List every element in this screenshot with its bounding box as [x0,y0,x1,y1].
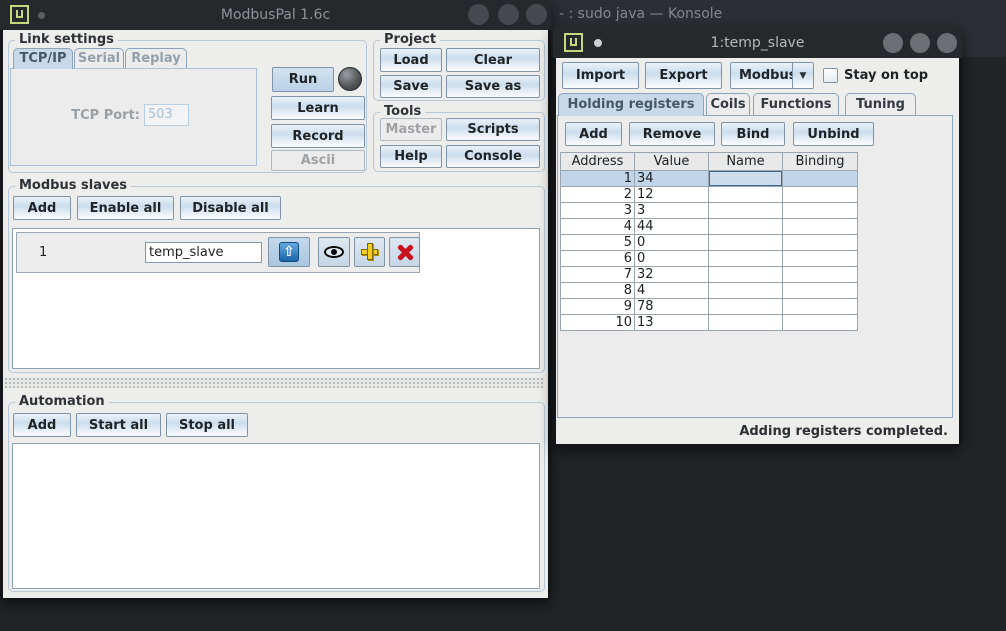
run-status-led-icon [338,67,362,91]
record-button[interactable]: Record [271,124,365,148]
table-row[interactable]: 1 34 [561,171,858,187]
ascii-button: Ascii [271,150,365,171]
slave-row[interactable]: 1 temp_slave ⇧ [16,232,420,273]
column-header-binding[interactable]: Binding [783,153,858,171]
automation-title: Automation [15,394,109,409]
slave-add-button[interactable]: Add [13,196,71,220]
slave-delete-button[interactable] [389,237,420,267]
modbus-slaves-title: Modbus slaves [15,178,131,193]
enable-all-button[interactable]: Enable all [77,196,174,220]
save-button[interactable]: Save [380,75,442,98]
mode-combobox[interactable]: Modbus ▼ [730,62,814,89]
project-title: Project [380,32,440,47]
master-button: Master [380,118,442,141]
column-header-address[interactable]: Address [561,153,635,171]
tab-serial[interactable]: Serial [74,48,124,69]
tab-holding-registers[interactable]: Holding registers [558,93,704,116]
column-header-value[interactable]: Value [635,153,709,171]
load-button[interactable]: Load [380,48,442,72]
temp-slave-titlebar[interactable]: 1:temp_slave [553,28,962,58]
slave-id: 1 [39,245,47,260]
table-row[interactable]: 9 78 [561,299,858,315]
focused-name-cell[interactable] [709,171,783,187]
slave-enable-button[interactable]: ⇧ [268,237,310,267]
table-row[interactable]: 6 0 [561,251,858,267]
import-button[interactable]: Import [562,62,639,89]
split-pane-divider[interactable] [4,377,544,388]
table-row[interactable]: 7 32 [561,267,858,283]
register-remove-button[interactable]: Remove [629,122,715,146]
table-row[interactable]: 10 13 [561,315,858,331]
tab-tuning[interactable]: Tuning [845,93,916,116]
modbuspal-titlebar[interactable]: ModbusPal 1.6c [0,0,551,30]
tab-coils[interactable]: Coils [706,93,750,116]
close-button[interactable] [526,4,547,25]
enable-up-arrow-icon: ⇧ [279,242,299,262]
stay-on-top-label: Stay on top [844,68,928,83]
konsole-title: - : sudo java — Konsole [559,6,722,22]
eye-icon [324,246,344,258]
maximize-button[interactable] [910,33,930,53]
stay-on-top-checkbox[interactable] [823,68,838,83]
table-row[interactable]: 2 12 [561,187,858,203]
tools-title: Tools [380,104,425,119]
modbuspal-window: ModbusPal 1.6c Link settings TCP/IP Seri… [0,0,551,601]
disable-all-button[interactable]: Disable all [180,196,281,220]
register-bind-button[interactable]: Bind [721,122,785,146]
clear-button[interactable]: Clear [446,48,540,72]
delete-x-icon [396,243,414,261]
tcp-port-field[interactable]: 503 [144,104,189,126]
stop-all-button[interactable]: Stop all [166,413,248,437]
save-as-button[interactable]: Save as [446,75,540,98]
table-row[interactable]: 8 4 [561,283,858,299]
tab-functions[interactable]: Functions [753,93,839,116]
tab-tcpip[interactable]: TCP/IP [13,48,73,69]
export-button[interactable]: Export [645,62,722,89]
maximize-button[interactable] [498,4,519,25]
table-row[interactable]: 4 44 [561,219,858,235]
status-message: Adding registers completed. [739,424,948,439]
slave-name-field[interactable]: temp_slave [145,242,262,263]
slave-view-button[interactable] [318,237,350,267]
tab-replay[interactable]: Replay [125,48,187,69]
help-button[interactable]: Help [380,145,442,168]
plus-icon [361,243,379,261]
run-button[interactable]: Run [272,67,334,92]
combobox-value: Modbus [731,63,792,88]
slave-duplicate-button[interactable] [354,237,385,267]
column-header-name[interactable]: Name [709,153,783,171]
temp-slave-window: 1:temp_slave Import Export Modbus ▼ Stay… [553,28,962,447]
chevron-down-icon[interactable]: ▼ [792,63,813,88]
learn-button[interactable]: Learn [271,96,365,120]
console-button[interactable]: Console [446,145,540,168]
start-all-button[interactable]: Start all [76,413,161,437]
table-row[interactable]: 3 3 [561,203,858,219]
register-add-button[interactable]: Add [565,122,622,146]
table-header-row: Address Value Name Binding [561,153,858,171]
automation-add-button[interactable]: Add [13,413,71,437]
table-row[interactable]: 5 0 [561,235,858,251]
link-settings-title: Link settings [15,32,118,47]
minimize-button[interactable] [883,33,903,53]
register-unbind-button[interactable]: Unbind [793,122,874,146]
scripts-button[interactable]: Scripts [446,118,540,141]
automation-list-panel [12,443,540,589]
registers-table: Address Value Name Binding 1 34 2 12 3 3 [560,152,858,331]
tcp-port-label: TCP Port: [60,108,140,123]
minimize-button[interactable] [468,4,489,25]
close-button[interactable] [937,33,957,53]
